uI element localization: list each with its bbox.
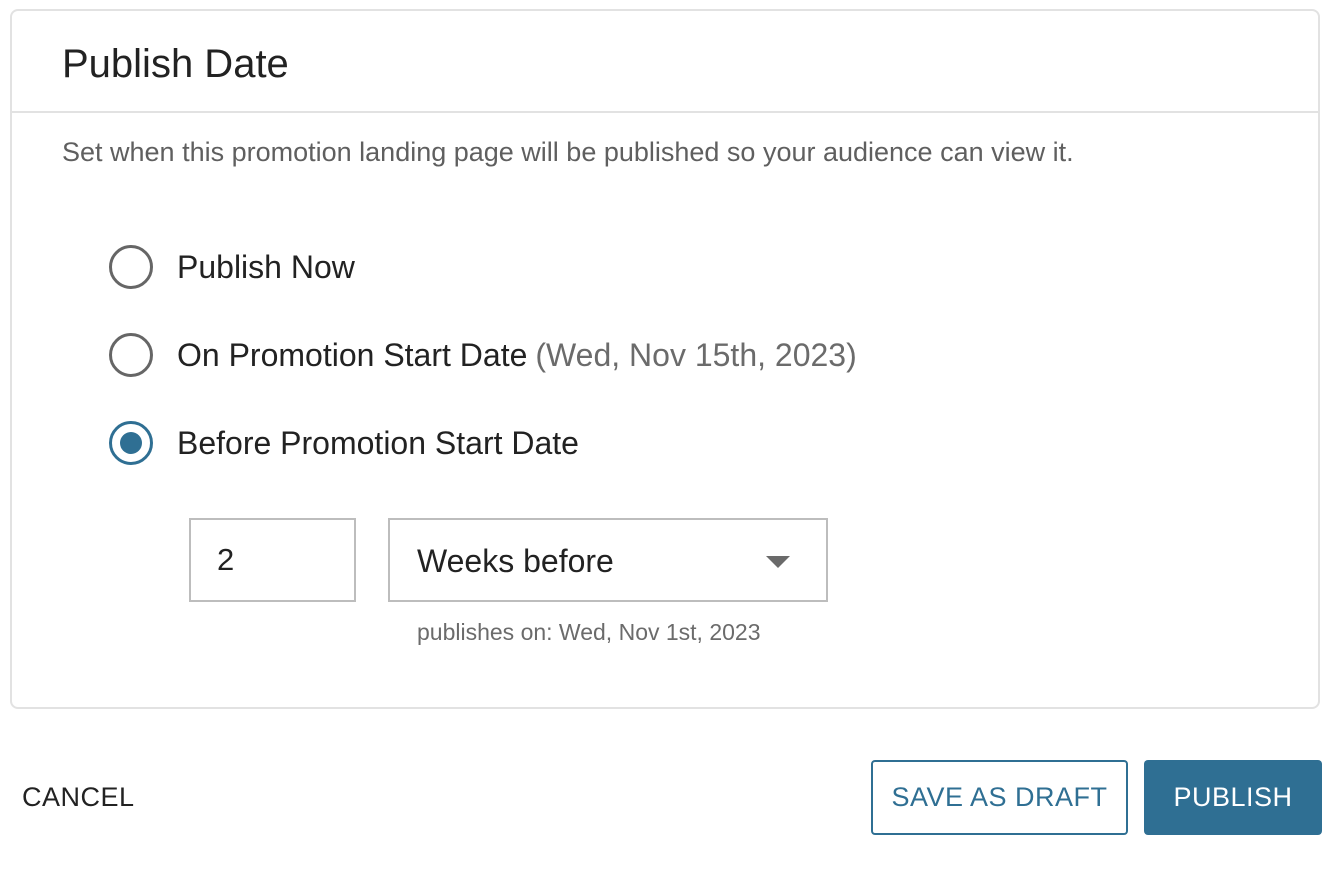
- start-date-hint: (Wed, Nov 15th, 2023): [535, 336, 857, 373]
- radio-label-before-start-date: Before Promotion Start Date: [177, 425, 579, 461]
- publish-button[interactable]: PUBLISH: [1144, 760, 1322, 835]
- publishes-on-text: publishes on: Wed, Nov 1st, 2023: [417, 619, 761, 645]
- radio-button-on-start-date[interactable]: [109, 333, 153, 377]
- radio-option-publish-now[interactable]: Publish Now: [109, 244, 355, 290]
- save-as-draft-button[interactable]: SAVE AS DRAFT: [871, 760, 1128, 835]
- radio-button-before-start-date[interactable]: [109, 421, 153, 465]
- radio-option-on-start-date[interactable]: On Promotion Start Date (Wed, Nov 15th, …: [109, 332, 857, 378]
- offset-amount-input[interactable]: [189, 518, 356, 602]
- radio-option-before-start-date[interactable]: Before Promotion Start Date: [109, 420, 579, 466]
- offset-unit-value: Weeks before: [417, 543, 614, 579]
- offset-unit-select[interactable]: Weeks before: [388, 518, 828, 602]
- radio-selected-dot: [120, 432, 142, 454]
- card-header: Publish Date: [12, 11, 1318, 113]
- cancel-button[interactable]: CANCEL: [22, 779, 135, 815]
- radio-label-on-start-date: On Promotion Start Date: [177, 337, 528, 373]
- radio-button-publish-now[interactable]: [109, 245, 153, 289]
- radio-label-publish-now: Publish Now: [177, 249, 355, 285]
- chevron-down-icon: [766, 556, 790, 568]
- card-description: Set when this promotion landing page wil…: [62, 137, 1074, 167]
- publish-date-card: Publish Date Set when this promotion lan…: [10, 9, 1320, 709]
- card-title: Publish Date: [62, 42, 289, 86]
